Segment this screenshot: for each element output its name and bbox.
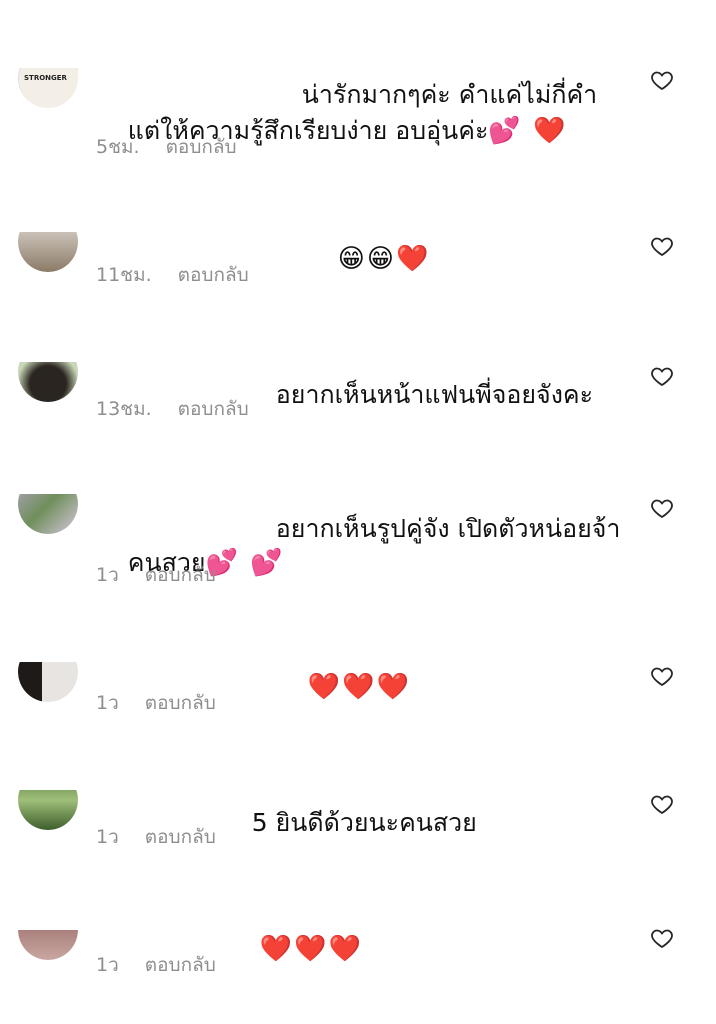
comment-time: 1ว (96, 692, 119, 714)
reply-button[interactable]: ตอบกลับ (178, 260, 249, 290)
comment-emoji: 💕 ❤️ (488, 116, 568, 146)
reply-button[interactable]: ตอบกลับ (145, 560, 216, 590)
comment-meta: 5ชม. ตอบกลับ (96, 132, 237, 162)
comment-time: 11ชม. (96, 264, 152, 286)
reply-button[interactable]: ตอบกลับ (166, 132, 237, 162)
comment-time: 1ว (96, 954, 119, 976)
comment-text: แต่ให้ความรู้สึกเรียบง่าย อบอุ่นค่ะ💕 ❤️ (96, 80, 616, 182)
comment-time: 13ชม. (96, 398, 152, 420)
comment-emoji: ❤️❤️❤️ (307, 672, 411, 702)
comment-meta: 13ชม. ตอบกลับ (96, 394, 249, 424)
comment-meta: 11ชม. ตอบกลับ (96, 260, 249, 290)
like-icon[interactable] (650, 496, 674, 520)
comment-time: 1ว (96, 564, 119, 586)
comment-emoji: ❤️❤️❤️ (259, 934, 363, 964)
comment-time: 1ว (96, 826, 119, 848)
comment-text: ❤️❤️❤️ (276, 636, 476, 738)
comment-meta: 1ว ตอบกลับ (96, 688, 216, 718)
reply-button[interactable]: ตอบกลับ (178, 394, 249, 424)
comment-text: อยากเห็นหน้าแฟนพี่จอยจังคะ (244, 344, 644, 446)
avatar[interactable] (18, 790, 78, 830)
comment-line-1: 5 ยินดีด้วยนะคนสวย (251, 808, 477, 837)
like-icon[interactable] (650, 68, 674, 92)
comment-meta: 1ว ตอบกลับ (96, 560, 216, 590)
like-icon[interactable] (650, 364, 674, 388)
comment-time: 5ชม. (96, 136, 140, 158)
like-icon[interactable] (650, 664, 674, 688)
reply-button[interactable]: ตอบกลับ (145, 950, 216, 980)
avatar[interactable]: STRONGER (18, 68, 78, 108)
reply-button[interactable]: ตอบกลับ (145, 822, 216, 852)
avatar[interactable] (18, 232, 78, 272)
comment-line-1: อยากเห็นหน้าแฟนพี่จอยจังคะ (275, 380, 594, 409)
comment-emoji: 😁😁❤️ (337, 244, 431, 274)
comment-text: 5 ยินดีด้วยนะคนสวย (220, 772, 620, 874)
avatar[interactable] (18, 930, 78, 960)
like-icon[interactable] (650, 234, 674, 258)
avatar[interactable] (18, 494, 78, 534)
comment-emoji: 💕 💕 (205, 548, 285, 578)
comment-meta: 1ว ตอบกลับ (96, 950, 216, 980)
avatar[interactable] (18, 662, 78, 702)
comment-text: ❤️❤️❤️ (228, 898, 428, 1000)
avatar[interactable] (18, 362, 78, 402)
comment-meta: 1ว ตอบกลับ (96, 822, 216, 852)
reply-button[interactable]: ตอบกลับ (145, 688, 216, 718)
like-icon[interactable] (650, 926, 674, 950)
avatar-logo-text: STRONGER (24, 74, 67, 82)
comment-text: 😁😁❤️ (306, 208, 506, 310)
like-icon[interactable] (650, 792, 674, 816)
